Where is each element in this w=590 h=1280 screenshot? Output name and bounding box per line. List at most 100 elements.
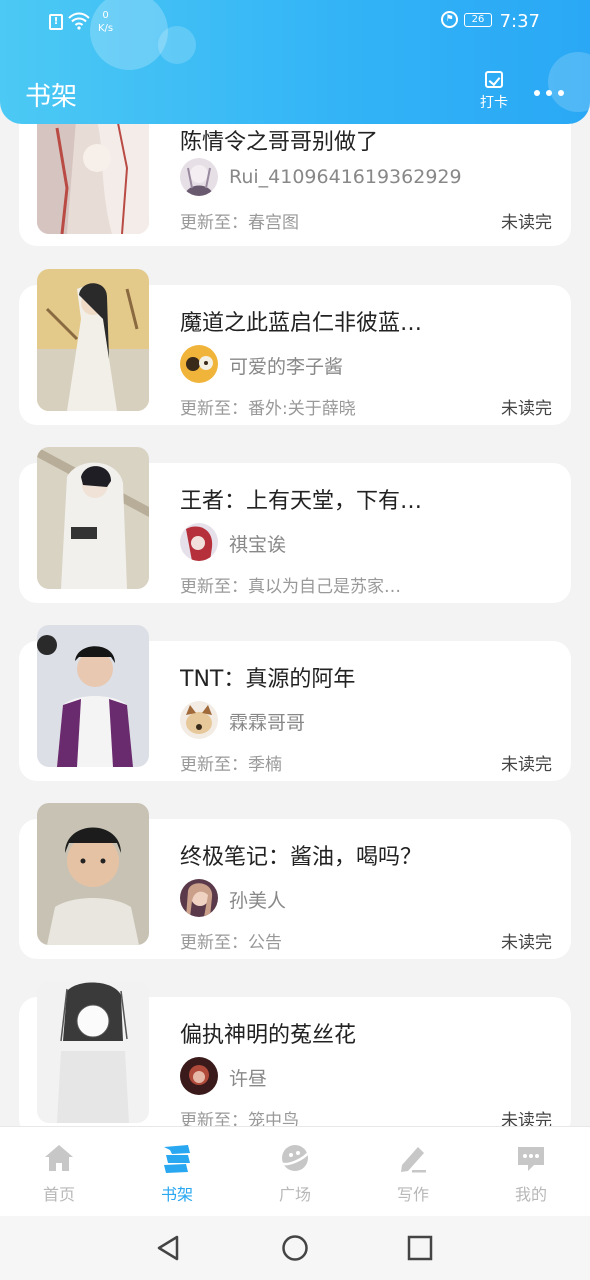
cover-photo: [37, 625, 149, 767]
back-icon[interactable]: [155, 1234, 181, 1262]
tab-label: 广场: [278, 1185, 311, 1204]
book-cover[interactable]: [37, 447, 149, 589]
tab-mine[interactable]: 我的: [491, 1141, 571, 1205]
cover-illustration: [37, 447, 149, 589]
decor-bubble: [548, 52, 590, 112]
latest-update: 更新至：真以为自己是苏家…: [180, 572, 401, 597]
bottom-tab-bar: 首页 书架 广场 写作 我的: [0, 1126, 590, 1216]
update-prefix: 更新至：: [180, 399, 248, 419]
book-title: 偏执神明的菟丝花: [180, 1023, 357, 1048]
avatar-image: [180, 701, 218, 739]
book-card[interactable]: TNT：真源的阿年 霖霖哥哥 更新至：季楠 未读完: [19, 625, 571, 781]
book-card[interactable]: 陈情令之哥哥别做了 Rui_4109641619362929 更新至：春宫图 未…: [19, 106, 571, 246]
tab-label: 首页: [42, 1185, 75, 1204]
more-button[interactable]: [534, 90, 564, 96]
avatar-image: [180, 1057, 218, 1095]
author-avatar[interactable]: [180, 158, 218, 196]
tab-square[interactable]: 广场: [255, 1141, 335, 1205]
recents-icon[interactable]: [407, 1235, 433, 1261]
author-avatar[interactable]: [180, 345, 218, 383]
bookshelf-list[interactable]: 陈情令之哥哥别做了 Rui_4109641619362929 更新至：春宫图 未…: [0, 0, 590, 1137]
book-title: TNT：真源的阿年: [180, 667, 356, 692]
book-card[interactable]: 终极笔记：酱油，喝吗？ 孙美人 更新至：公告 未读完: [19, 803, 571, 959]
latest-update: 更新至：番外:关于薛晓: [180, 394, 356, 419]
author-name: 可爱的李子酱: [229, 356, 344, 378]
update-prefix: 更新至：: [180, 933, 248, 953]
author-name: 霖霖哥哥: [229, 712, 306, 734]
calendar-check-icon: [485, 71, 503, 88]
book-cover[interactable]: [37, 803, 149, 945]
chat-bubble-icon: [518, 1147, 544, 1171]
book-card[interactable]: 偏执神明的菟丝花 许昼 更新至：笼中鸟 未读完: [19, 981, 571, 1137]
latest-chapter: 春宫图: [248, 213, 299, 233]
book-cover[interactable]: [37, 269, 149, 411]
book-card[interactable]: 魔道之此蓝启仁非彼蓝… 可爱的李子酱 更新至：番外:关于薛晓 未读完: [19, 269, 571, 425]
tab-label: 写作: [396, 1185, 429, 1204]
author-avatar[interactable]: [180, 523, 218, 561]
home-nav-icon[interactable]: [281, 1234, 309, 1262]
battery-icon: 26: [464, 12, 492, 27]
read-status: 未读完: [501, 213, 552, 233]
pen-icon: [401, 1147, 426, 1173]
author-name: 孙美人: [229, 890, 287, 912]
update-prefix: 更新至：: [180, 577, 248, 597]
checkin-label: 打卡: [480, 95, 508, 111]
status-bar: ! 0 K/s ⚑ 26 7:37: [0, 0, 590, 48]
read-status: 未读完: [501, 933, 552, 953]
battery-level: 26: [471, 13, 485, 25]
avatar-image: [180, 879, 218, 917]
avatar-image: [180, 345, 218, 383]
tab-bookshelf[interactable]: 书架: [137, 1141, 217, 1205]
alert-icon: !: [49, 14, 63, 30]
wifi-icon: [68, 12, 90, 35]
book-cover[interactable]: [37, 108, 149, 234]
more-dot-icon: [558, 90, 564, 96]
network-speed: 0 K/s: [98, 9, 113, 35]
book-cover[interactable]: [37, 981, 149, 1123]
cover-photo: [37, 803, 149, 945]
dnd-icon: ⚑: [441, 11, 458, 28]
tab-label: 书架: [160, 1185, 193, 1204]
cover-illustration: [37, 981, 149, 1123]
read-status: 未读完: [501, 755, 552, 775]
network-speed-value: 0: [102, 10, 109, 21]
latest-update: 更新至：季楠: [180, 750, 282, 775]
checkin-button[interactable]: 打卡: [476, 71, 512, 112]
author-avatar[interactable]: [180, 701, 218, 739]
book-title: 终极笔记：酱油，喝吗？: [180, 845, 423, 870]
network-speed-unit: K/s: [98, 23, 114, 34]
clock: 7:37: [499, 11, 540, 32]
page-title: 书架: [25, 82, 78, 112]
author-name: 祺宝诶: [229, 534, 287, 556]
cover-illustration: [37, 108, 149, 234]
more-dot-icon: [546, 90, 552, 96]
latest-chapter: 番外:关于薛晓: [248, 399, 356, 419]
book-card[interactable]: 王者：上有天堂，下有… 祺宝诶 更新至：真以为自己是苏家…: [19, 447, 571, 603]
latest-chapter: 季楠: [248, 755, 282, 775]
update-prefix: 更新至：: [180, 755, 248, 775]
status-icons: ⚑ 26: [441, 11, 492, 28]
latest-chapter: 公告: [248, 933, 282, 953]
tab-home[interactable]: 首页: [19, 1141, 99, 1205]
avatar-image: [180, 523, 218, 561]
cover-illustration: [37, 269, 149, 411]
latest-chapter: 真以为自己是苏家…: [248, 577, 401, 597]
avatar-image: [180, 158, 218, 196]
author-name: Rui_4109641619362929: [229, 166, 462, 188]
app-header: ! 0 K/s ⚑ 26 7:37 书架 打卡: [0, 0, 590, 124]
author-avatar[interactable]: [180, 1057, 218, 1095]
author-avatar[interactable]: [180, 879, 218, 917]
tab-write[interactable]: 写作: [373, 1141, 453, 1205]
book-title: 王者：上有天堂，下有…: [180, 489, 423, 514]
wifi-glyph: [68, 12, 90, 30]
home-icon: [45, 1145, 73, 1171]
tab-label: 我的: [514, 1185, 547, 1204]
latest-update: 更新至：公告: [180, 928, 282, 953]
book-title: 陈情令之哥哥别做了: [180, 130, 379, 155]
book-cover[interactable]: [37, 625, 149, 767]
latest-update: 更新至：春宫图: [180, 208, 299, 233]
bookshelf-icon: [164, 1145, 190, 1173]
planet-icon: [279, 1145, 311, 1171]
update-prefix: 更新至：: [180, 213, 248, 233]
read-status: 未读完: [501, 399, 552, 419]
